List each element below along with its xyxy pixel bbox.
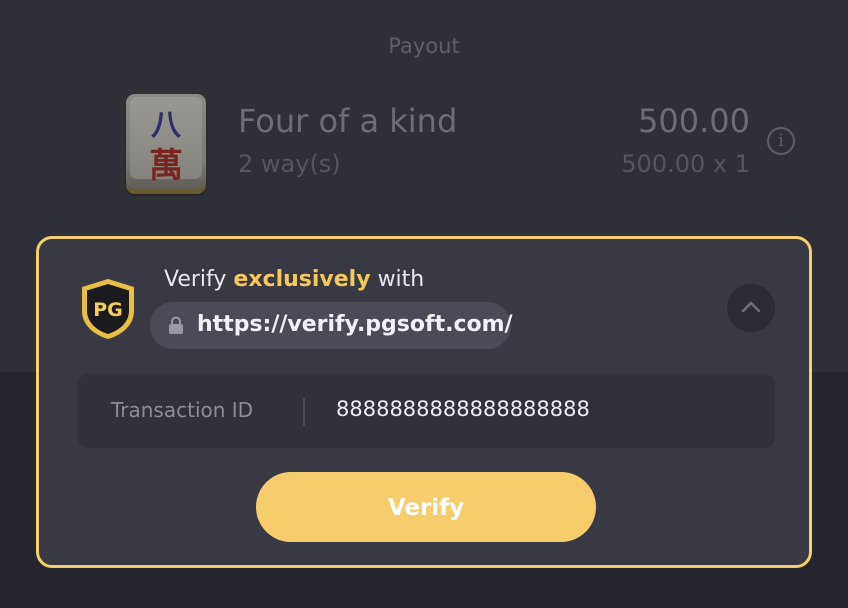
payout-combination-name: Four of a kind	[238, 102, 458, 140]
verify-url-link[interactable]: https://verify.pgsoft.com/	[150, 302, 513, 349]
pg-logo-text: PG	[93, 299, 123, 321]
payout-amount: 500.00	[638, 102, 750, 140]
chevron-up-icon	[741, 301, 761, 313]
verify-url-text: https://verify.pgsoft.com/	[197, 312, 513, 337]
transaction-id-value[interactable]: 8888888888888888888	[336, 397, 590, 421]
info-icon[interactable]: i	[767, 127, 795, 155]
verify-card: PG Verify exclusively with https://verif…	[36, 236, 812, 568]
transaction-id-row: Transaction ID 8888888888888888888	[78, 374, 775, 448]
transaction-id-label: Transaction ID	[111, 398, 254, 422]
payout-title: Payout	[388, 34, 460, 58]
mahjong-tile: 八 萬	[126, 94, 206, 190]
payout-ways: 2 way(s)	[238, 150, 341, 178]
collapse-button[interactable]	[727, 284, 775, 332]
verify-heading: Verify exclusively with	[164, 267, 424, 292]
verify-heading-highlight: exclusively	[233, 267, 371, 292]
verify-heading-prefix: Verify	[164, 267, 227, 292]
transaction-divider	[303, 398, 305, 426]
lock-icon	[169, 316, 183, 334]
payout-calculation: 500.00 x 1	[621, 150, 750, 178]
verify-heading-suffix: with	[377, 267, 425, 292]
pg-shield-logo-icon: PG	[82, 279, 134, 339]
tile-bottom-glyph: 萬	[149, 146, 183, 186]
verify-button[interactable]: Verify	[256, 472, 596, 542]
